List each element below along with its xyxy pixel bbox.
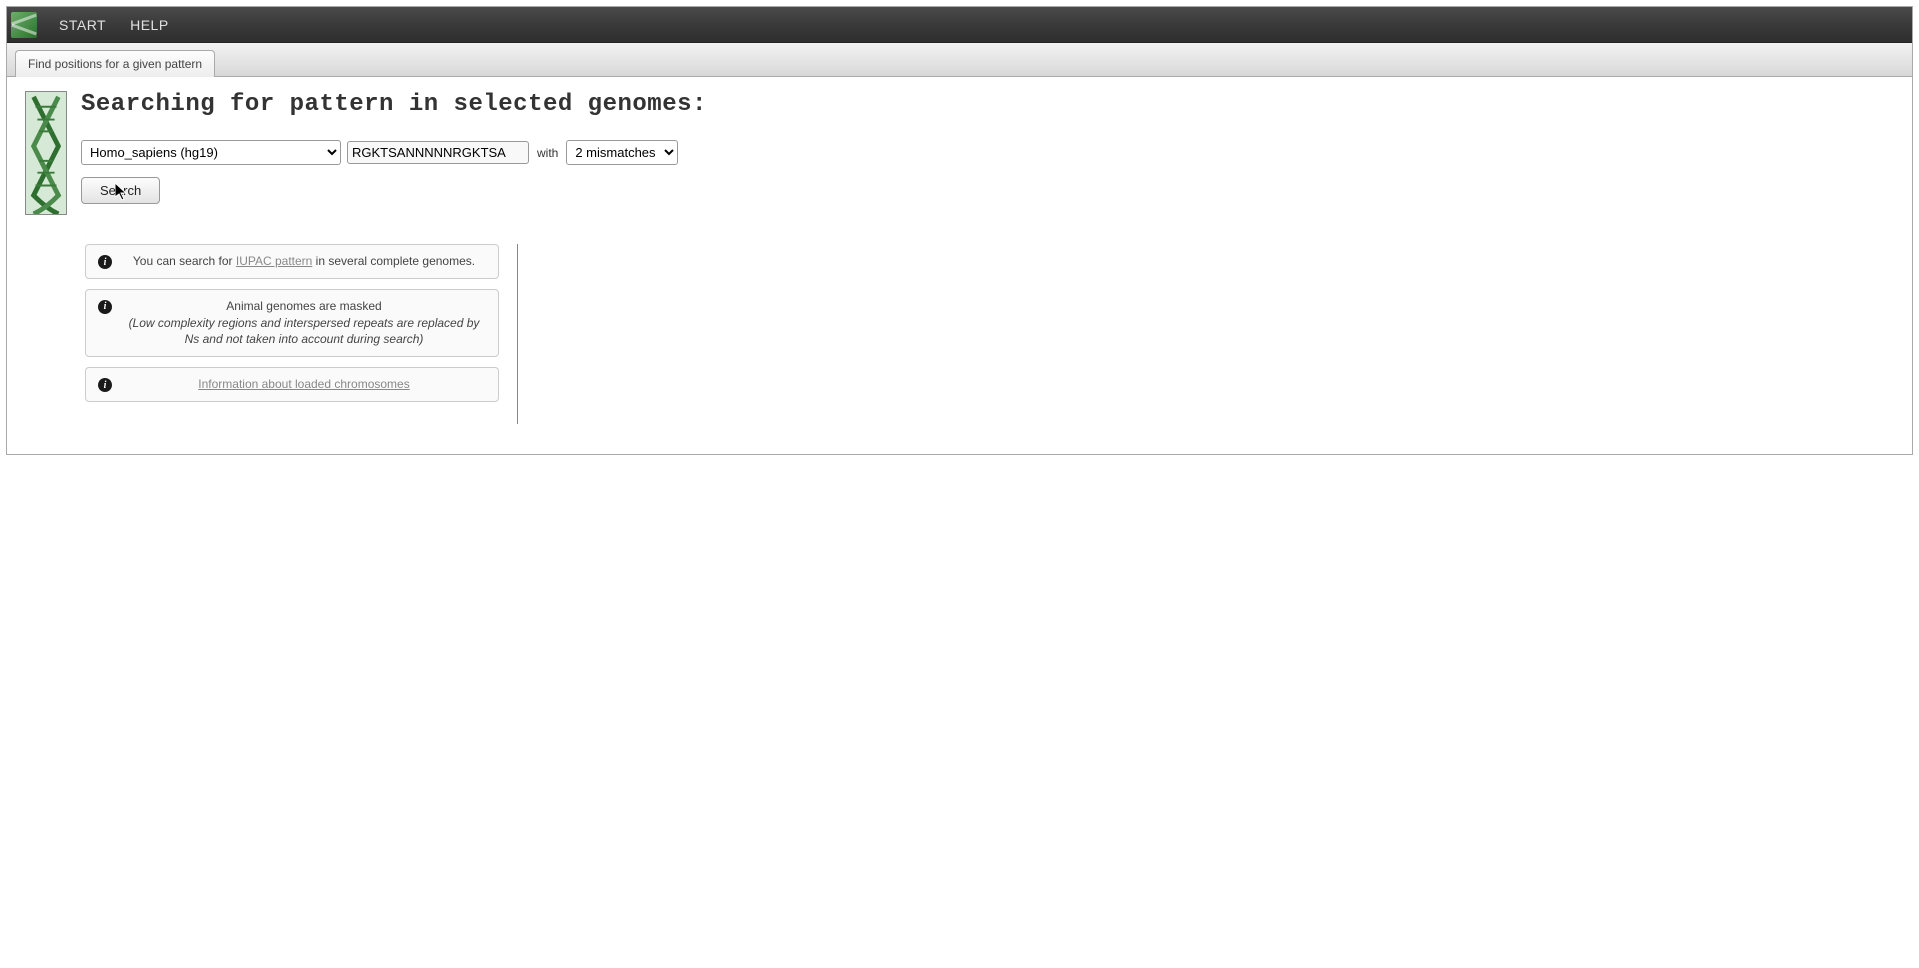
info-section: i You can search for IUPAC pattern in se… — [85, 244, 1894, 424]
info-icon: i — [98, 300, 112, 314]
pattern-input[interactable] — [347, 141, 529, 164]
info-box-chromosomes: i Information about loaded chromosomes — [85, 367, 499, 402]
content-column: Searching for pattern in selected genome… — [81, 91, 1894, 424]
mismatch-select[interactable]: 2 mismatches — [566, 140, 678, 165]
page-title: Searching for pattern in selected genome… — [81, 91, 1894, 118]
iupac-pattern-link[interactable]: IUPAC pattern — [236, 254, 312, 268]
info-text-chromosomes: Information about loaded chromosomes — [122, 376, 486, 393]
genome-select[interactable]: Homo_sapiens (hg19) — [81, 140, 341, 165]
tab-find-positions[interactable]: Find positions for a given pattern — [15, 50, 215, 77]
nav-help[interactable]: HELP — [118, 11, 181, 39]
top-nav-bar: START HELP — [7, 7, 1912, 43]
info-icon: i — [98, 255, 112, 269]
search-button[interactable]: Search — [81, 177, 160, 204]
masked-line1: Animal genomes are masked — [226, 299, 381, 313]
app-window: START HELP Find positions for a given pa… — [6, 6, 1913, 455]
info-text-iupac: You can search for IUPAC pattern in seve… — [122, 253, 486, 270]
info-box-iupac: i You can search for IUPAC pattern in se… — [85, 244, 499, 279]
info-text-masked: Animal genomes are masked (Low complexit… — [122, 298, 486, 348]
tab-bar: Find positions for a given pattern — [7, 43, 1912, 77]
info-box-masked: i Animal genomes are masked (Low complex… — [85, 289, 499, 357]
dna-logo-icon — [25, 91, 67, 215]
with-label: with — [535, 146, 560, 160]
info-column: i You can search for IUPAC pattern in se… — [85, 244, 499, 424]
info-prefix: You can search for — [133, 254, 236, 268]
info-divider — [517, 244, 518, 424]
main-content: Searching for pattern in selected genome… — [7, 77, 1912, 454]
nav-start[interactable]: START — [47, 11, 118, 39]
chromosome-info-link[interactable]: Information about loaded chromosomes — [198, 377, 409, 391]
info-icon: i — [98, 378, 112, 392]
info-suffix: in several complete genomes. — [312, 254, 475, 268]
masked-line2: (Low complexity regions and interspersed… — [122, 315, 486, 349]
app-logo-icon — [11, 12, 37, 38]
search-form-row: Homo_sapiens (hg19) with 2 mismatches — [81, 140, 1894, 165]
